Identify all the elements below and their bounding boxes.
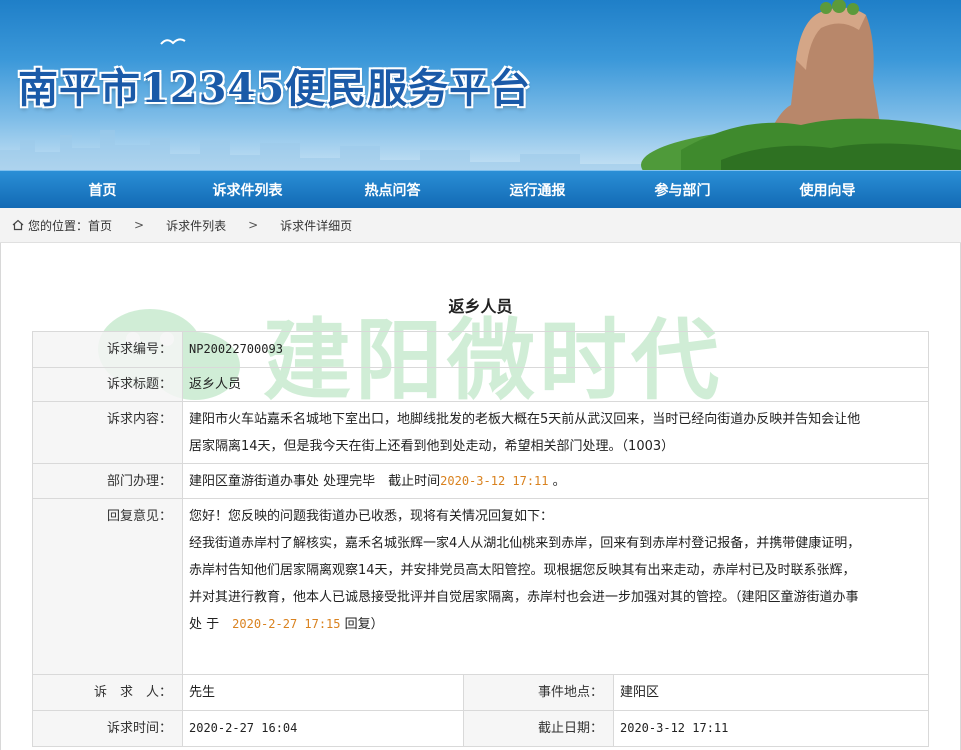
nav-request-list[interactable]: 诉求件列表 xyxy=(175,180,320,200)
request-subject-value: 返乡人员 xyxy=(182,367,929,402)
breadcrumb-separator: > xyxy=(134,218,145,232)
reply-value: 您好！您反映的问题我街道办已收悉，现将有关情况回复如下： 经我街道赤岸村了解核实… xyxy=(182,498,929,675)
department-label: 部门办理： xyxy=(32,463,183,499)
department-suffix: 。 xyxy=(548,473,566,489)
reply-line: 处 于 2020-2-27 17:15 回复） xyxy=(189,611,922,638)
nav-home[interactable]: 首页 xyxy=(30,180,175,200)
bird-icon xyxy=(160,38,186,45)
requester-value: 先生 xyxy=(182,674,464,711)
nav-operation-report[interactable]: 运行通报 xyxy=(465,180,610,200)
main-nav: 首页 诉求件列表 热点问答 运行通报 参与部门 使用向导 xyxy=(0,170,961,209)
request-detail-table: 诉求编号： NP20022700093 诉求标题： 返乡人员 诉求内容： 建阳市… xyxy=(32,331,929,747)
breadcrumb: 您的位置：首页 > 诉求件列表 > 诉求件详细页 xyxy=(0,208,961,243)
request-content-label: 诉求内容： xyxy=(32,401,183,464)
deadline-value: 2020-3-12 17:11 xyxy=(620,721,729,735)
reply-line: 经我街道赤岸村了解核实，嘉禾名城张辉一家4人从湖北仙桃来到赤岸，回来有到赤岸村登… xyxy=(189,536,861,551)
location-label: 事件地点： xyxy=(463,674,614,711)
mountain-scenery-graphic xyxy=(641,0,961,170)
site-title: 南平市12345便民服务平台 xyxy=(18,65,532,112)
breadcrumb-home[interactable]: 您的位置：首页 xyxy=(28,217,112,234)
reply-line: 您好！您反映的问题我街道办已收悉，现将有关情况回复如下： xyxy=(189,509,554,524)
request-time-value: 2020-2-27 16:04 xyxy=(189,721,298,735)
request-subject-label: 诉求标题： xyxy=(32,367,183,402)
request-content-line: 居家隔离14天，但是我今天在街上还看到他到处走动，希望相关部门处理。（1003） xyxy=(189,438,675,454)
reply-suffix: 回复） xyxy=(340,617,384,632)
request-id-value: NP20022700093 xyxy=(189,342,283,356)
breadcrumb-separator: > xyxy=(248,218,259,232)
breadcrumb-current: 诉求件详细页 xyxy=(280,218,353,233)
deadline-label: 截止日期： xyxy=(463,710,614,747)
request-id-label: 诉求编号： xyxy=(32,331,183,368)
requester-label: 诉 求 人： xyxy=(32,674,183,711)
reply-date: 2020-2-27 17:15 xyxy=(232,617,341,631)
page-title: 返乡人员 xyxy=(448,297,513,316)
department-status: 建阳区童游街道办事处 处理完毕 截止时间 xyxy=(189,473,441,489)
reply-line: 赤岸村告知他们居家隔离观察14天，并安排党员高太阳管控。现根据您反映其有出来走动… xyxy=(189,563,856,578)
department-deadline: 2020-3-12 17:11 xyxy=(440,473,549,488)
nav-hot-qa[interactable]: 热点问答 xyxy=(320,180,465,200)
nav-guide[interactable]: 使用向导 xyxy=(755,180,900,200)
request-time-label: 诉求时间： xyxy=(32,710,183,747)
request-content-value: 建阳市火车站嘉禾名城地下室出口，地脚线批发的老板大概在5天前从武汉回来，当时已经… xyxy=(182,401,929,464)
reply-label: 回复意见： xyxy=(32,498,183,675)
home-icon xyxy=(12,219,24,231)
reply-signoff: 处 于 xyxy=(189,617,233,632)
location-value: 建阳区 xyxy=(613,674,929,711)
breadcrumb-request-list[interactable]: 诉求件列表 xyxy=(166,217,226,234)
nav-departments[interactable]: 参与部门 xyxy=(610,180,755,200)
department-value: 建阳区童游街道办事处 处理完毕 截止时间2020-3-12 17:11 。 xyxy=(182,463,929,499)
reply-line: 并对其进行教育，他本人已诚恳接受批评并自觉居家隔离，赤岸村也会进一步加强对其的管… xyxy=(189,590,859,605)
header-banner: 南平市12345便民服务平台 xyxy=(0,0,961,170)
request-content-line: 建阳市火车站嘉禾名城地下室出口，地脚线批发的老板大概在5天前从武汉回来，当时已经… xyxy=(189,411,861,427)
